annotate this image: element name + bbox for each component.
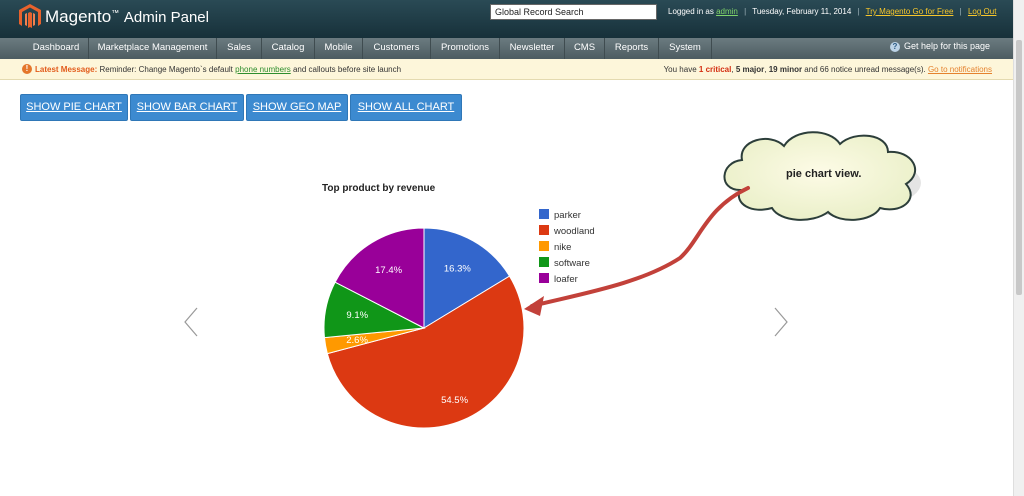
separator: | [744,7,747,16]
help-icon: ? [889,42,900,52]
legend-item-nike: nike [539,241,595,257]
scrollbar-thumb[interactable] [1016,40,1022,295]
try-magento-link[interactable]: Try Magento Go for Free [866,7,954,16]
next-arrow-icon[interactable] [774,307,788,337]
minor-count: 19 minor [768,65,803,74]
nav-dashboard[interactable]: Dashboard [24,38,89,59]
header-bar: Magento™ Admin Panel Logged in as admin … [0,0,1014,38]
brand-sub: Admin Panel [123,9,209,26]
notifications-link[interactable]: Go to notifications [928,65,992,74]
major-count: 5 major [735,65,765,74]
latest-message-label: Latest Message: [35,65,98,74]
nav-newsletter[interactable]: Newsletter [500,38,565,59]
date-text: Tuesday, February 11, 2014 [752,7,852,16]
logged-in-label: Logged in as [668,7,714,16]
separator: | [959,7,962,16]
pie-chart: 16.3% 54.5% 2.6% 9.1% 17.4% [323,227,525,429]
help-label: Get help for this page [903,41,990,51]
pie-label-loafer: 17.4% [375,265,402,276]
message-text-before: Reminder: Change Magento`s default [99,65,233,74]
prev-arrow-icon[interactable] [184,307,198,337]
separator: | [857,7,860,16]
help-link[interactable]: ? Get help for this page [889,41,990,52]
pie-label-nike: 2.6% [346,335,368,346]
nav-reports[interactable]: Reports [605,38,659,59]
chart-legend: parker woodland nike software loafer [539,209,595,289]
legend-swatch [539,273,549,283]
legend-item-software: software [539,257,595,273]
legend-item-woodland: woodland [539,225,595,241]
nav-marketplace[interactable]: Marketplace Management [89,38,217,59]
show-geo-map-button[interactable]: SHOW GEO MAP [246,94,348,121]
main-nav: Dashboard Marketplace Management Sales C… [0,38,1014,59]
callout-text: pie chart view. [786,168,862,180]
magento-logo-icon [19,4,41,28]
nav-system[interactable]: System [659,38,712,59]
legend-swatch [539,225,549,235]
phone-numbers-link[interactable]: phone numbers [235,65,291,74]
nav-sales[interactable]: Sales [217,38,262,59]
legend-swatch [539,241,549,251]
legend-label: loafer [554,274,578,285]
trademark: ™ [111,8,120,18]
pie-label-parker: 16.3% [444,264,471,275]
show-all-chart-button[interactable]: SHOW ALL CHART [350,94,462,121]
legend-label: parker [554,210,581,221]
critical-count: 1 critical [698,65,732,74]
alert-icon: ! [22,64,32,74]
user-link[interactable]: admin [716,7,738,16]
latest-message: Latest Message: Reminder: Change Magento… [35,65,401,74]
notif-prefix: You have [663,65,697,74]
pie-label-software: 9.1% [346,310,368,321]
brand-title: Magento™ Admin Panel [45,7,209,27]
show-pie-chart-button[interactable]: SHOW PIE CHART [20,94,128,121]
notification-summary: You have 1 critical, 5 major, 19 minor a… [663,65,992,74]
logout-link[interactable]: Log Out [968,7,996,16]
legend-label: software [554,258,590,269]
global-search-input[interactable] [490,4,657,20]
legend-swatch [539,257,549,267]
message-text-after: and callouts before site launch [292,65,402,74]
legend-swatch [539,209,549,219]
legend-label: woodland [554,226,595,237]
message-bar: ! Latest Message: Reminder: Change Magen… [0,59,1014,80]
top-info: Logged in as admin | Tuesday, February 1… [668,7,996,16]
show-bar-chart-button[interactable]: SHOW BAR CHART [130,94,244,121]
nav-customers[interactable]: Customers [363,38,431,59]
nav-promotions[interactable]: Promotions [431,38,500,59]
legend-item-parker: parker [539,209,595,225]
pie-label-woodland: 54.5% [441,395,468,406]
chart-title: Top product by revenue [322,183,436,194]
nav-cms[interactable]: CMS [565,38,605,59]
legend-item-loafer: loafer [539,273,595,289]
brand-main: Magento [45,7,112,26]
legend-label: nike [554,242,572,253]
notice-count: 66 notice unread message(s). [819,65,926,74]
nav-mobile[interactable]: Mobile [315,38,363,59]
vertical-scrollbar[interactable] [1013,0,1024,496]
nav-catalog[interactable]: Catalog [262,38,315,59]
